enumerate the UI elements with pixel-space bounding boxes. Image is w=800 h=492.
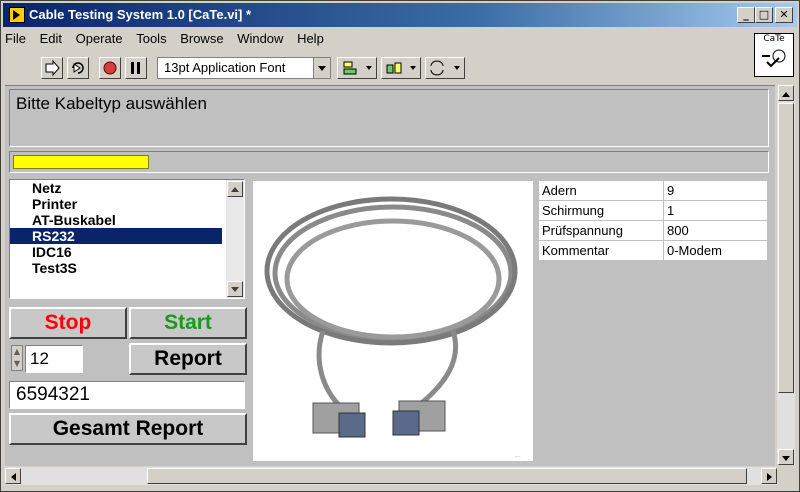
count-value[interactable]: 12 xyxy=(25,345,83,373)
distribute-objects-button[interactable] xyxy=(381,57,421,79)
menu-help[interactable]: Help xyxy=(297,31,324,46)
menu-window[interactable]: Window xyxy=(237,31,283,46)
list-item[interactable]: RS232 xyxy=(10,228,222,244)
logo-text: CaTe xyxy=(763,34,785,44)
arrow-left-icon xyxy=(11,473,16,481)
align-objects-button[interactable] xyxy=(337,57,377,79)
start-button[interactable]: Start xyxy=(129,307,247,339)
menu-edit[interactable]: Edit xyxy=(40,31,62,46)
property-value: 9 xyxy=(663,180,768,201)
scroll-up-button[interactable] xyxy=(227,181,243,197)
menu-browse[interactable]: Browse xyxy=(180,31,223,46)
menu-bar: File Edit Operate Tools Browse Window He… xyxy=(5,31,334,51)
property-key: Prüfspannung xyxy=(538,220,664,241)
list-item[interactable]: Netz xyxy=(10,180,222,196)
scroll-thumb[interactable] xyxy=(778,103,794,393)
table-row: Kommentar 0-Modem xyxy=(538,240,768,261)
pause-icon xyxy=(131,62,140,74)
property-value: 800 xyxy=(663,220,768,241)
distribute-icon xyxy=(386,62,416,74)
cable-type-list[interactable]: Netz Printer AT-Buskabel RS232 IDC16 Tes… xyxy=(9,179,245,299)
report-button[interactable]: Report xyxy=(129,343,247,375)
scroll-thumb[interactable] xyxy=(147,468,747,484)
menu-operate[interactable]: Operate xyxy=(76,31,123,46)
arrow-up-icon xyxy=(231,187,239,192)
vi-logo: CaTe xyxy=(754,33,794,77)
minimize-button[interactable]: _ xyxy=(737,7,755,23)
start-label: Start xyxy=(164,311,212,334)
maximize-button[interactable]: □ xyxy=(755,7,773,23)
stop-button[interactable]: Stop xyxy=(9,307,127,339)
cable-image: ... xyxy=(253,181,533,461)
status-message: Bitte Kabeltyp auswählen xyxy=(9,89,769,147)
abort-icon xyxy=(103,61,117,75)
close-button[interactable]: ✕ xyxy=(775,7,793,23)
run-continuous-icon xyxy=(72,62,84,74)
progress-fill xyxy=(13,155,149,169)
report-label: Report xyxy=(154,347,222,370)
scroll-left-button[interactable] xyxy=(5,468,21,484)
list-item[interactable]: AT-Buskabel xyxy=(10,212,222,228)
arrow-up-icon xyxy=(782,92,790,97)
list-item[interactable]: Test3S xyxy=(10,260,222,276)
font-select[interactable]: 13pt Application Font xyxy=(157,57,331,79)
title-bar[interactable]: Cable Testing System 1.0 [CaTe.vi] * _ □… xyxy=(3,3,797,27)
increment-decrement-icon[interactable]: ▲ ▼ xyxy=(11,345,23,371)
table-row: Schirmung 1 xyxy=(538,200,768,221)
scroll-down-button[interactable] xyxy=(227,281,243,297)
total-report-label: Gesamt Report xyxy=(52,417,204,440)
arrow-down-icon xyxy=(231,287,239,292)
reorder-icon xyxy=(430,60,460,76)
run-arrow-icon xyxy=(45,59,60,77)
property-key: Adern xyxy=(538,180,664,201)
table-row: Adern 9 xyxy=(538,180,768,201)
scroll-right-button[interactable] xyxy=(761,468,777,484)
vertical-scrollbar[interactable] xyxy=(777,85,795,465)
cable-check-icon xyxy=(762,49,786,68)
reorder-button[interactable] xyxy=(425,57,465,79)
list-scrollbar[interactable] xyxy=(226,180,244,298)
property-value: 0-Modem xyxy=(663,240,768,261)
serial-cable-picture: ... xyxy=(264,196,521,459)
labview-vi-icon xyxy=(9,7,25,23)
chevron-down-icon xyxy=(313,58,330,78)
menu-tools[interactable]: Tools xyxy=(136,31,166,46)
horizontal-scrollbar[interactable] xyxy=(5,467,777,485)
align-icon xyxy=(343,61,372,75)
progress-bar xyxy=(9,151,769,173)
run-continuously-button[interactable] xyxy=(67,57,89,79)
total-report-button[interactable]: Gesamt Report xyxy=(9,413,247,445)
serial-number-field[interactable]: 6594321 xyxy=(9,381,245,409)
property-key: Schirmung xyxy=(538,200,664,221)
list-item[interactable]: IDC16 xyxy=(10,244,222,260)
arrow-right-icon xyxy=(767,473,772,481)
font-select-value: 13pt Application Font xyxy=(164,60,286,75)
menu-file[interactable]: File xyxy=(5,31,26,46)
scroll-down-button[interactable] xyxy=(778,449,794,465)
table-row: Prüfspannung 800 xyxy=(538,220,768,241)
run-button[interactable] xyxy=(41,57,63,79)
count-numeric[interactable]: ▲ ▼ 12 xyxy=(11,345,83,375)
abort-button[interactable] xyxy=(99,57,121,79)
property-value: 1 xyxy=(663,200,768,221)
property-key: Kommentar xyxy=(538,240,664,261)
pause-button[interactable] xyxy=(125,57,147,79)
image-caption: ... xyxy=(515,452,521,459)
app-window: Cable Testing System 1.0 [CaTe.vi] * _ □… xyxy=(0,0,800,492)
cable-properties-table: Adern 9 Schirmung 1 Prüfspannung 800 Kommen… xyxy=(538,180,768,261)
scroll-up-button[interactable] xyxy=(778,85,794,101)
list-item[interactable]: Printer xyxy=(10,196,222,212)
stop-label: Stop xyxy=(44,311,92,334)
window-title: Cable Testing System 1.0 [CaTe.vi] * xyxy=(29,7,252,22)
arrow-down-icon xyxy=(782,456,790,461)
